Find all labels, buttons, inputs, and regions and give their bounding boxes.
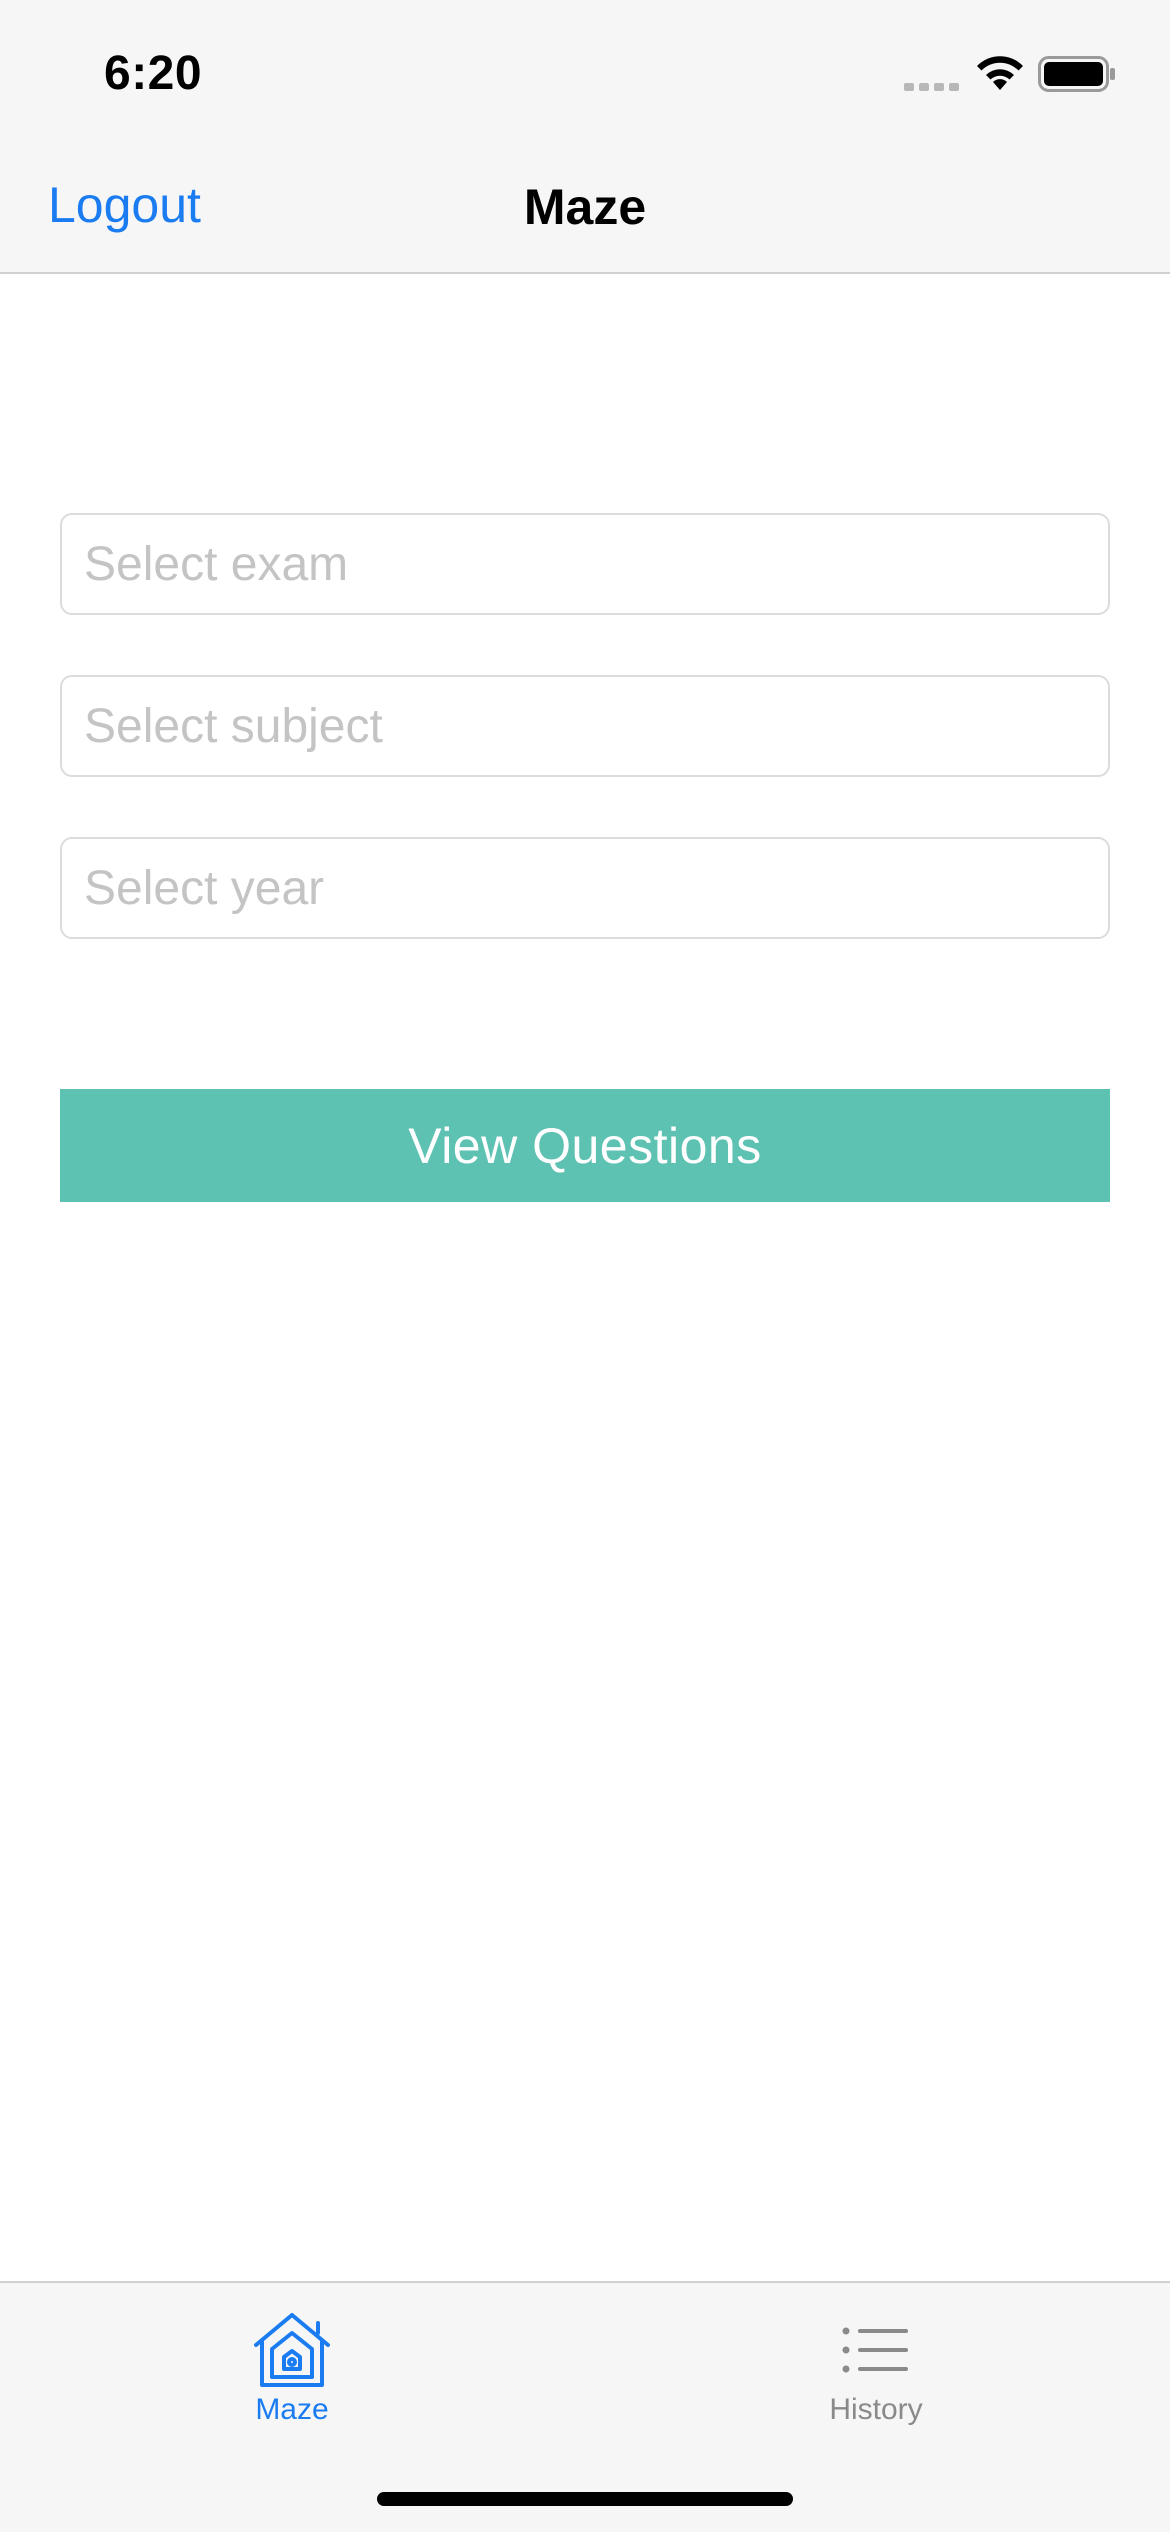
select-subject-field[interactable] <box>60 675 1110 777</box>
navigation-bar: Logout Maze <box>0 132 1170 274</box>
logout-button[interactable]: Logout <box>48 176 201 234</box>
wifi-icon <box>977 56 1023 90</box>
battery-icon <box>1038 56 1115 92</box>
tab-label-maze: Maze <box>255 2393 329 2426</box>
view-questions-button[interactable]: View Questions <box>60 1089 1110 1202</box>
home-indicator[interactable] <box>377 2492 793 2506</box>
tab-maze[interactable]: Maze <box>142 2283 442 2433</box>
select-year-field[interactable] <box>60 837 1110 939</box>
home-icon <box>254 2313 330 2387</box>
select-exam-field[interactable] <box>60 513 1110 615</box>
status-time: 6:20 <box>104 47 203 100</box>
tab-bar: Maze History <box>0 2281 1170 2532</box>
tab-label-history: History <box>829 2393 923 2426</box>
status-bar: 6:20 <box>0 0 1170 132</box>
tab-history[interactable]: History <box>726 2283 1026 2433</box>
list-icon <box>842 2327 908 2373</box>
screen: 6:20 Logout Maze View Questions <box>0 0 1170 2532</box>
cellular-signal-icon <box>904 83 959 91</box>
